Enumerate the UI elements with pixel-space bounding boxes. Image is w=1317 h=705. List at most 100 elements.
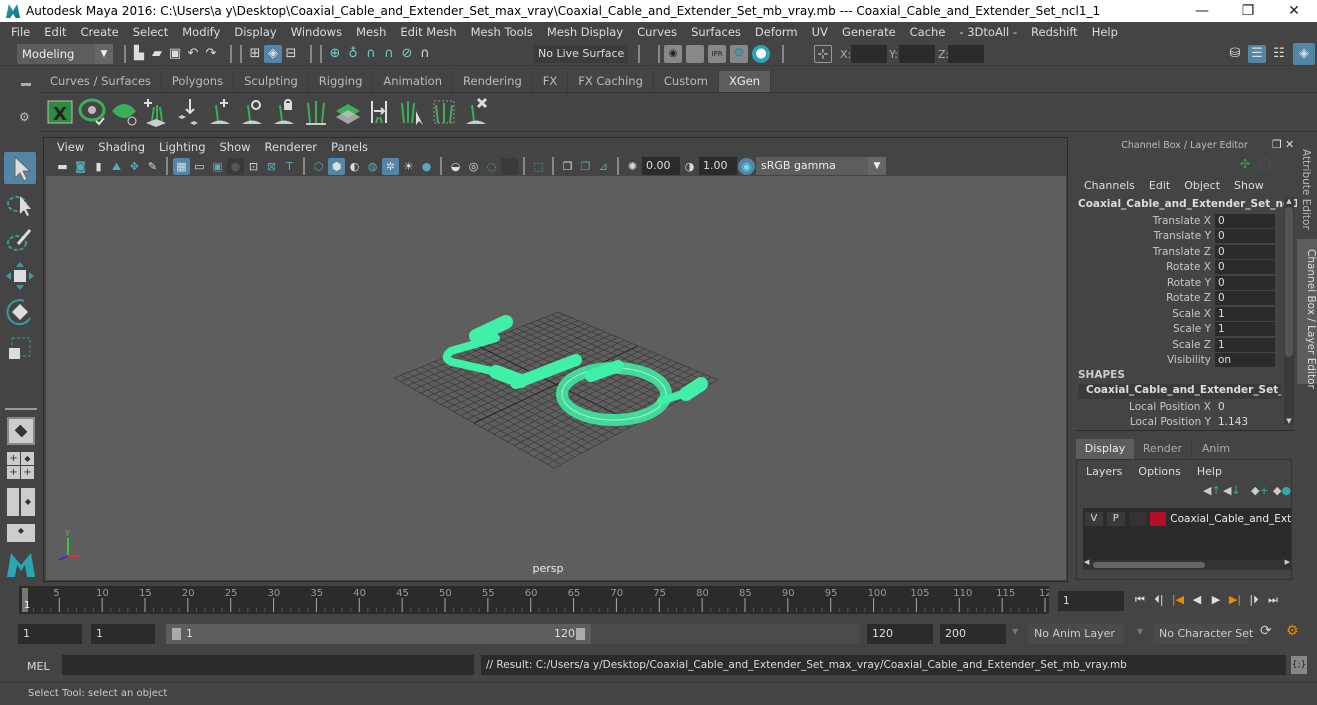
layer-color-swatch[interactable] (1150, 512, 1167, 526)
float-panel-icon[interactable]: ❐ (1272, 138, 1282, 151)
scroll-thumb[interactable] (1093, 562, 1205, 568)
channel-scrollbar[interactable]: ▲ ▼ (1284, 197, 1294, 425)
shelf-tab-sculpting[interactable]: Sculpting (234, 71, 309, 92)
channel-value[interactable]: 0 (1215, 291, 1275, 306)
camera-icon[interactable]: ▬ (54, 158, 71, 175)
render-current-frame-icon[interactable] (686, 45, 704, 63)
snap-point-icon[interactable]: ∩ (362, 45, 380, 63)
guide-rig-icon[interactable] (366, 97, 394, 127)
channel-value[interactable]: 0 (1215, 260, 1275, 275)
layer-horizontal-scrollbar[interactable]: ◀ ▶ (1083, 558, 1291, 570)
shape-channel-row[interactable]: Local Position Y 1.143 (1072, 415, 1275, 431)
persp-graph-layout-icon[interactable]: ◆ (7, 524, 35, 542)
z-input[interactable] (948, 45, 984, 63)
channel-value[interactable]: on (1215, 353, 1275, 368)
xray-joints-icon[interactable]: ❐ (559, 158, 576, 175)
channel-row[interactable]: Rotate X 0 (1072, 260, 1275, 276)
viewport-menu-panels[interactable]: Panels (324, 140, 375, 154)
shelf-tab-fx[interactable]: FX (533, 71, 569, 92)
layer-tab-anim[interactable]: Anim (1192, 439, 1240, 459)
select-tool-button[interactable] (4, 152, 36, 184)
go-to-end-icon[interactable]: ⏭ (1265, 592, 1281, 608)
scroll-thumb[interactable] (1285, 207, 1293, 357)
scroll-left-icon[interactable]: ◀ (1084, 558, 1089, 566)
menu-3dtoall[interactable]: - 3DtoAll - (952, 25, 1024, 39)
command-input[interactable] (62, 655, 474, 675)
ipr-render-icon[interactable]: IPR (708, 45, 726, 63)
snap-view-plane-icon[interactable]: ∩ (380, 45, 398, 63)
cable-connector[interactable] (679, 377, 708, 401)
channel-row[interactable]: Scale X 1 (1072, 306, 1275, 322)
scroll-up-icon[interactable]: ▲ (1284, 197, 1294, 205)
exposure-icon[interactable]: ✺ (624, 158, 641, 175)
channel-value[interactable]: 0 (1215, 275, 1275, 290)
transform-coords-icon[interactable]: ⊹ (814, 45, 832, 63)
grease-pencil-icon[interactable]: ✎ (144, 158, 161, 175)
playback-start-input[interactable]: 1 (91, 624, 155, 644)
select-hierarchy-icon[interactable]: ⊞ (246, 45, 264, 63)
resolution-gate-icon[interactable]: ▣ (209, 158, 226, 175)
wireframe-icon[interactable]: ⬡ (310, 158, 327, 175)
shelf-tab-xgen[interactable]: XGen (718, 71, 772, 92)
restore-button[interactable]: ❐ (1225, 3, 1271, 19)
scene-canvas[interactable]: Y persp (46, 176, 1066, 580)
live-surface-field[interactable]: No Live Surface (534, 45, 628, 63)
new-scene-icon[interactable]: ▙ (130, 45, 148, 63)
scale-tool-button[interactable] (4, 332, 36, 364)
channel-value[interactable]: 1 (1215, 322, 1275, 337)
help-menu[interactable]: Help (1197, 465, 1222, 478)
menu-display[interactable]: Display (227, 25, 283, 39)
undo-icon[interactable]: ↶ (184, 45, 202, 63)
shelf-tab-rendering[interactable]: Rendering (453, 71, 533, 92)
layer-playback-toggle[interactable]: P (1106, 512, 1125, 526)
range-slider[interactable]: 1 120 (166, 624, 591, 644)
step-back-frame-icon[interactable]: |◀ (1170, 592, 1186, 608)
menu-create[interactable]: Create (74, 25, 126, 39)
add-guides-icon[interactable] (142, 97, 170, 127)
3d-viewport[interactable]: Y persp (46, 176, 1066, 580)
menu-generate[interactable]: Generate (835, 25, 903, 39)
step-back-key-icon[interactable]: ⏴| (1151, 592, 1167, 608)
cable-connector[interactable] (469, 315, 513, 343)
menu-select[interactable]: Select (126, 25, 175, 39)
time-slider[interactable]: 5 10 15 20 25 30 35 40 45 50 55 60 65 70 75 80 85 90 95 100… (19, 586, 1058, 614)
channel-row[interactable]: Translate Z 0 (1072, 244, 1275, 260)
menu-cache[interactable]: Cache (903, 25, 953, 39)
safe-action-icon[interactable]: ⊠ (263, 158, 280, 175)
viewport-menu-show[interactable]: Show (213, 140, 258, 154)
select-component-icon[interactable]: ⊟ (282, 45, 300, 63)
select-guides-icon[interactable] (398, 97, 426, 127)
mode-dropdown[interactable]: Modeling ▼ (17, 44, 113, 64)
gate-mask-icon[interactable]: ● (227, 157, 244, 175)
xgen-preview-icon[interactable] (78, 97, 106, 127)
menu-help[interactable]: Help (1085, 25, 1125, 39)
exposure-input[interactable]: 0.00 (642, 157, 680, 175)
toggle-guides-icon[interactable] (430, 97, 458, 127)
modeling-toolkit-icon[interactable]: ⛁ (1226, 45, 1244, 63)
move-tool-button[interactable] (4, 260, 36, 292)
manipulator-axis-icon[interactable]: ✣ (1240, 157, 1250, 171)
y-input[interactable] (899, 45, 935, 63)
shape-channel-row[interactable]: Local Position X 0 (1072, 399, 1275, 415)
shelf-settings-gear-icon[interactable]: ⚙ (19, 110, 30, 124)
place-guides-icon[interactable] (174, 97, 202, 127)
channel-row[interactable]: Translate X 0 (1072, 213, 1275, 229)
make-live-icon[interactable]: ∩ (416, 45, 434, 63)
x-input[interactable] (851, 45, 887, 63)
scroll-down-icon[interactable]: ▼ (1284, 417, 1294, 425)
menu-surfaces[interactable]: Surfaces (684, 25, 748, 39)
viewport-menu-lighting[interactable]: Lighting (152, 140, 212, 154)
move-layer-down-icon[interactable]: ◀↓ (1223, 484, 1241, 497)
channel-row[interactable]: Rotate Z 0 (1072, 291, 1275, 307)
xray-icon[interactable]: ✲ (382, 157, 399, 175)
save-scene-icon[interactable]: ▣ (166, 45, 184, 63)
depth-of-field-icon[interactable] (501, 157, 518, 175)
playback-end-input[interactable]: 120 (867, 624, 933, 644)
script-language-toggle[interactable]: MEL (27, 660, 50, 673)
motion-blur-icon[interactable]: ◎ (465, 158, 482, 175)
channel-box-tab[interactable]: Channel Box / Layer Editor (1297, 239, 1317, 389)
redo-icon[interactable]: ↷ (202, 45, 220, 63)
attribute-editor-tab[interactable]: Attribute Editor (1300, 149, 1312, 230)
image-plane-icon[interactable]: ⛰ (108, 158, 125, 175)
channel-value[interactable]: 0 (1215, 244, 1275, 259)
